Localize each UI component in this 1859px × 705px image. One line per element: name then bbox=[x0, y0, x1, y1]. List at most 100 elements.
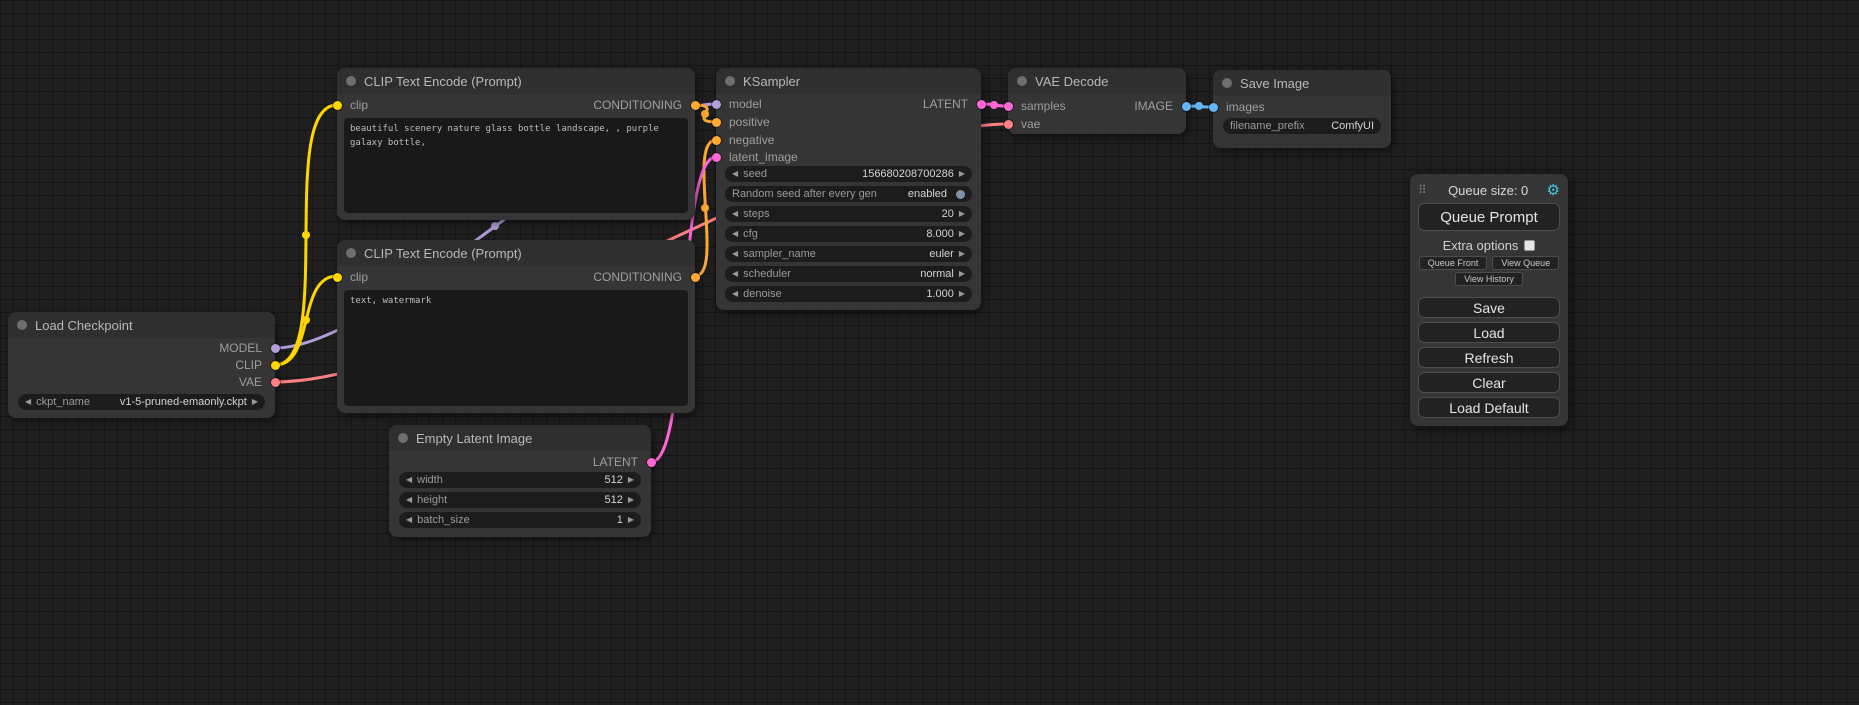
random-seed-toggle-widget[interactable]: Random seed after every gen enabled bbox=[725, 186, 972, 202]
node-title-bar[interactable]: Empty Latent Image bbox=[389, 425, 651, 451]
ckpt-name-widget[interactable]: ◀ ckpt_name v1-5-pruned-emaonly.ckpt ▶ bbox=[18, 394, 265, 410]
batch-size-widget[interactable]: ◀ batch_size 1 ▶ bbox=[399, 512, 641, 528]
input-dot-model[interactable] bbox=[712, 100, 721, 109]
queue-menu-panel[interactable]: ⠿ Queue size: 0 ⚙ Queue Prompt Extra opt… bbox=[1410, 174, 1568, 426]
widget-label: sampler_name bbox=[743, 248, 816, 260]
sampler-name-widget[interactable]: ◀ sampler_name euler ▶ bbox=[725, 246, 972, 262]
link-midpoint-dot bbox=[302, 316, 310, 324]
input-dot-clip[interactable] bbox=[333, 273, 342, 282]
prev-arrow-icon[interactable]: ◀ bbox=[406, 492, 412, 508]
input-dot-samples[interactable] bbox=[1004, 102, 1013, 111]
node-load-checkpoint[interactable]: Load Checkpoint MODEL CLIP VAE ◀ ckpt_na… bbox=[8, 312, 275, 418]
node-empty-latent-image[interactable]: Empty Latent Image LATENT ◀ width 512 ▶ … bbox=[389, 425, 651, 537]
next-arrow-icon[interactable]: ▶ bbox=[959, 226, 965, 242]
input-dot-vae[interactable] bbox=[1004, 120, 1013, 129]
collapse-toggle-icon[interactable] bbox=[346, 248, 356, 258]
collapse-toggle-icon[interactable] bbox=[725, 76, 735, 86]
collapse-toggle-icon[interactable] bbox=[1222, 78, 1232, 88]
output-dot-model[interactable] bbox=[271, 344, 280, 353]
node-title-bar[interactable]: Save Image bbox=[1213, 70, 1391, 96]
steps-widget[interactable]: ◀ steps 20 ▶ bbox=[725, 206, 972, 222]
clear-button[interactable]: Clear bbox=[1418, 372, 1560, 393]
next-arrow-icon[interactable]: ▶ bbox=[628, 512, 634, 528]
load-default-button[interactable]: Load Default bbox=[1418, 397, 1560, 418]
output-dot-clip[interactable] bbox=[271, 361, 280, 370]
denoise-widget[interactable]: ◀ denoise 1.000 ▶ bbox=[725, 286, 972, 302]
node-title-bar[interactable]: VAE Decode bbox=[1008, 68, 1186, 94]
prev-arrow-icon[interactable]: ◀ bbox=[732, 246, 738, 262]
prompt-textarea[interactable]: beautiful scenery nature glass bottle la… bbox=[344, 118, 688, 213]
collapse-toggle-icon[interactable] bbox=[398, 433, 408, 443]
node-title: CLIP Text Encode (Prompt) bbox=[364, 246, 522, 261]
next-arrow-icon[interactable]: ▶ bbox=[628, 492, 634, 508]
prev-arrow-icon[interactable]: ◀ bbox=[732, 226, 738, 242]
next-arrow-icon[interactable]: ▶ bbox=[959, 166, 965, 182]
prev-arrow-icon[interactable]: ◀ bbox=[732, 206, 738, 222]
queue-front-button[interactable]: Queue Front bbox=[1419, 256, 1488, 270]
output-dot-image[interactable] bbox=[1182, 102, 1191, 111]
prompt-textarea[interactable]: text, watermark bbox=[344, 290, 688, 406]
output-dot-latent[interactable] bbox=[977, 100, 986, 109]
output-dot-vae[interactable] bbox=[271, 378, 280, 387]
extra-options-checkbox[interactable] bbox=[1524, 240, 1535, 251]
widget-value: 8.000 bbox=[926, 228, 954, 240]
queue-prompt-button[interactable]: Queue Prompt bbox=[1418, 203, 1560, 231]
filename-prefix-widget[interactable]: filename_prefix ComfyUI bbox=[1223, 118, 1381, 134]
widget-label: height bbox=[417, 494, 447, 506]
prev-arrow-icon[interactable]: ◀ bbox=[732, 266, 738, 282]
node-title-bar[interactable]: KSampler bbox=[716, 68, 981, 94]
width-widget[interactable]: ◀ width 512 ▶ bbox=[399, 472, 641, 488]
next-arrow-icon[interactable]: ▶ bbox=[959, 286, 965, 302]
cfg-widget[interactable]: ◀ cfg 8.000 ▶ bbox=[725, 226, 972, 242]
node-graph-canvas[interactable]: { "colors": { "model": "#b39ddb", "clip"… bbox=[0, 0, 1859, 705]
node-clip-text-encode-negative[interactable]: CLIP Text Encode (Prompt) clip CONDITION… bbox=[337, 240, 695, 413]
output-dot-conditioning[interactable] bbox=[691, 273, 700, 282]
next-arrow-icon[interactable]: ▶ bbox=[628, 472, 634, 488]
save-button[interactable]: Save bbox=[1418, 297, 1560, 318]
input-dot-images[interactable] bbox=[1209, 103, 1218, 112]
prev-arrow-icon[interactable]: ◀ bbox=[732, 286, 738, 302]
output-dot-latent[interactable] bbox=[647, 458, 656, 467]
prev-arrow-icon[interactable]: ◀ bbox=[406, 472, 412, 488]
collapse-toggle-icon[interactable] bbox=[1017, 76, 1027, 86]
node-title: KSampler bbox=[743, 74, 800, 89]
settings-gear-icon[interactable]: ⚙ bbox=[1547, 181, 1560, 199]
node-vae-decode[interactable]: VAE Decode samples vae IMAGE bbox=[1008, 68, 1186, 134]
input-dot-positive[interactable] bbox=[712, 118, 721, 127]
toggle-indicator-icon[interactable] bbox=[956, 190, 965, 199]
widget-label: steps bbox=[743, 208, 769, 220]
seed-widget[interactable]: ◀ seed 156680208700286 ▶ bbox=[725, 166, 972, 182]
widget-value: normal bbox=[920, 268, 954, 280]
widget-value: 1 bbox=[617, 514, 623, 526]
scheduler-widget[interactable]: ◀ scheduler normal ▶ bbox=[725, 266, 972, 282]
node-save-image[interactable]: Save Image images filename_prefix ComfyU… bbox=[1213, 70, 1391, 148]
height-widget[interactable]: ◀ height 512 ▶ bbox=[399, 492, 641, 508]
input-dot-clip[interactable] bbox=[333, 101, 342, 110]
next-arrow-icon[interactable]: ▶ bbox=[959, 246, 965, 262]
widget-label: Random seed after every gen bbox=[732, 188, 877, 200]
prev-arrow-icon[interactable]: ◀ bbox=[406, 512, 412, 528]
output-dot-conditioning[interactable] bbox=[691, 101, 700, 110]
prev-arrow-icon[interactable]: ◀ bbox=[732, 166, 738, 182]
node-clip-text-encode-positive[interactable]: CLIP Text Encode (Prompt) clip CONDITION… bbox=[337, 68, 695, 220]
collapse-toggle-icon[interactable] bbox=[17, 320, 27, 330]
node-ksampler[interactable]: KSampler model positive negative latent_… bbox=[716, 68, 981, 310]
load-button[interactable]: Load bbox=[1418, 322, 1560, 343]
refresh-button[interactable]: Refresh bbox=[1418, 347, 1560, 368]
view-queue-button[interactable]: View Queue bbox=[1492, 256, 1559, 270]
node-title-bar[interactable]: Load Checkpoint bbox=[8, 312, 275, 338]
node-title-bar[interactable]: CLIP Text Encode (Prompt) bbox=[337, 240, 695, 266]
next-arrow-icon[interactable]: ▶ bbox=[252, 394, 258, 410]
input-dot-latent-image[interactable] bbox=[712, 153, 721, 162]
next-arrow-icon[interactable]: ▶ bbox=[959, 266, 965, 282]
link-midpoint-dot bbox=[491, 222, 499, 230]
input-label-vae: vae bbox=[1021, 117, 1040, 131]
output-label-latent: LATENT bbox=[593, 455, 638, 469]
prev-arrow-icon[interactable]: ◀ bbox=[25, 394, 31, 410]
node-title-bar[interactable]: CLIP Text Encode (Prompt) bbox=[337, 68, 695, 94]
input-dot-negative[interactable] bbox=[712, 136, 721, 145]
next-arrow-icon[interactable]: ▶ bbox=[959, 206, 965, 222]
drag-handle-icon[interactable]: ⠿ bbox=[1418, 183, 1427, 197]
view-history-button[interactable]: View History bbox=[1455, 272, 1523, 286]
collapse-toggle-icon[interactable] bbox=[346, 76, 356, 86]
